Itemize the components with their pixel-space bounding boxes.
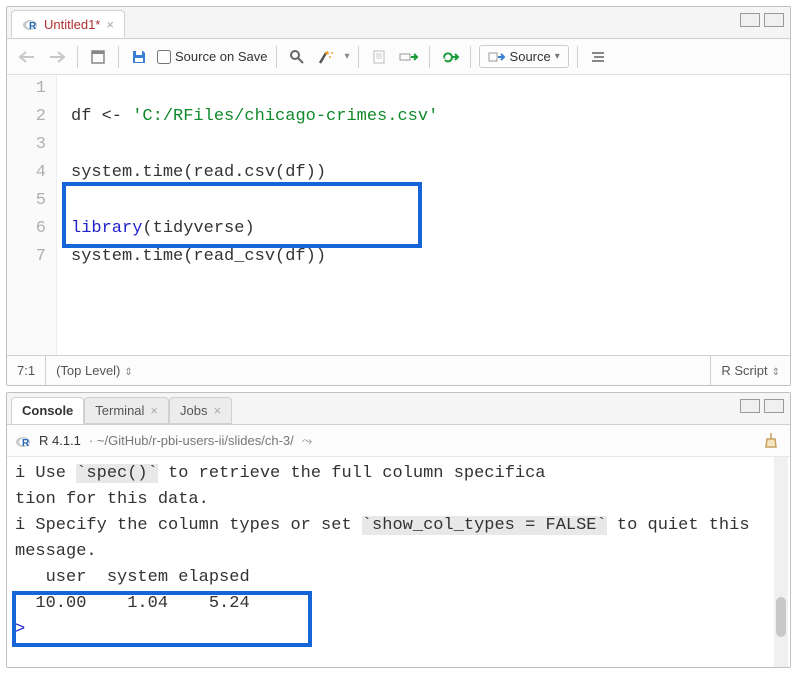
- source-on-save-input[interactable]: [157, 50, 171, 64]
- svg-text:R: R: [22, 438, 30, 449]
- line-number: 4: [7, 159, 46, 187]
- goto-dir-icon[interactable]: ⤳: [302, 433, 312, 449]
- console-code: `show_col_types = FALSE`: [362, 516, 607, 535]
- jobs-tab[interactable]: Jobs ×: [169, 397, 232, 424]
- code-text: system.time(read_csv(df)): [71, 247, 326, 266]
- line-number: 1: [7, 75, 46, 103]
- svg-text:R: R: [29, 21, 37, 32]
- r-logo-icon: R: [15, 433, 31, 449]
- source-on-save-label: Source on Save: [175, 49, 268, 64]
- pane-window-controls: [740, 13, 784, 27]
- scope-selector[interactable]: (Top Level): [46, 356, 711, 385]
- line-gutter: 1 2 3 4 5 6 7: [7, 75, 57, 355]
- rerun-button[interactable]: [438, 45, 462, 69]
- code-editor[interactable]: 1 2 3 4 5 6 7 df <- 'C:/RFiles/chicago-c…: [7, 75, 790, 355]
- outline-button[interactable]: [586, 45, 610, 69]
- scroll-thumb[interactable]: [776, 597, 786, 637]
- report-button[interactable]: [367, 45, 391, 69]
- forward-button[interactable]: [45, 45, 69, 69]
- code-keyword: library: [71, 219, 142, 238]
- cursor-position: 7:1: [7, 356, 46, 385]
- editor-tabbar: R Untitled1* ×: [7, 7, 790, 39]
- scope-label: (Top Level): [56, 363, 133, 378]
- code-text: system.time(read.csv(df)): [71, 163, 326, 182]
- line-number: 7: [7, 243, 46, 271]
- console-header: R R 4.1.1 · ~/GitHub/r-pbi-users-ii/slid…: [7, 425, 790, 457]
- minimize-pane-button[interactable]: [740, 399, 760, 413]
- save-button[interactable]: [127, 45, 151, 69]
- find-button[interactable]: [285, 45, 309, 69]
- maximize-pane-button[interactable]: [764, 13, 784, 27]
- source-on-save-checkbox[interactable]: Source on Save: [157, 49, 268, 64]
- source-dropdown-icon: ▾: [555, 51, 560, 62]
- annotation-highlight-editor: [62, 182, 422, 248]
- show-in-new-window-button[interactable]: [86, 45, 110, 69]
- editor-tab-label: Untitled1*: [44, 17, 100, 32]
- console-code: `spec()`: [76, 464, 158, 483]
- source-button[interactable]: Source ▾: [479, 45, 569, 68]
- code-text: (tidyverse): [142, 219, 254, 238]
- terminal-tab[interactable]: Terminal ×: [84, 397, 169, 424]
- code-string: 'C:/RFiles/chicago-crimes.csv': [132, 107, 438, 126]
- close-tab-icon[interactable]: ×: [150, 403, 158, 418]
- line-number: 3: [7, 131, 46, 159]
- back-button[interactable]: [15, 45, 39, 69]
- console-pane: Console Terminal × Jobs × R R 4.1.1 · ~/…: [6, 392, 791, 668]
- console-text: to retrieve the full column specifica: [158, 464, 546, 483]
- console-tab-label: Console: [22, 403, 73, 418]
- working-directory: · ~/GitHub/r-pbi-users-ii/slides/ch-3/: [89, 433, 294, 448]
- line-number: 6: [7, 215, 46, 243]
- code-body[interactable]: df <- 'C:/RFiles/chicago-crimes.csv' sys…: [57, 75, 790, 355]
- close-tab-icon[interactable]: ×: [106, 17, 114, 32]
- minimize-pane-button[interactable]: [740, 13, 760, 27]
- terminal-tab-label: Terminal: [95, 403, 144, 418]
- run-button[interactable]: [397, 45, 421, 69]
- timing-header: user system elapsed: [15, 568, 260, 587]
- console-text: i Specify the column types or set: [15, 516, 362, 535]
- source-editor-pane: R Untitled1* × Source on Save: [6, 6, 791, 386]
- line-number: 2: [7, 103, 46, 131]
- console-prompt: >: [15, 620, 25, 639]
- console-tabbar: Console Terminal × Jobs ×: [7, 393, 790, 425]
- code-text: df <-: [71, 107, 132, 126]
- source-button-label: Source: [510, 49, 551, 64]
- editor-toolbar: Source on Save ▾ Source ▾: [7, 39, 790, 75]
- r-version: R 4.1.1: [39, 433, 81, 448]
- console-text: tion for this data.: [15, 490, 209, 509]
- r-file-icon: R: [22, 16, 38, 32]
- console-tab[interactable]: Console: [11, 397, 84, 424]
- console-scrollbar[interactable]: [774, 457, 788, 667]
- console-output[interactable]: i Use `spec()` to retrieve the full colu…: [7, 457, 790, 667]
- clear-console-button[interactable]: [762, 431, 782, 451]
- code-tools-dropdown-icon[interactable]: ▾: [345, 51, 350, 62]
- maximize-pane-button[interactable]: [764, 399, 784, 413]
- line-number: 5: [7, 187, 46, 215]
- pane-window-controls: [740, 399, 784, 413]
- jobs-tab-label: Jobs: [180, 403, 207, 418]
- editor-statusbar: 7:1 (Top Level) R Script: [7, 355, 790, 385]
- console-text: i Use: [15, 464, 76, 483]
- editor-tab-untitled1[interactable]: R Untitled1* ×: [11, 10, 125, 38]
- close-tab-icon[interactable]: ×: [213, 403, 221, 418]
- language-selector[interactable]: R Script: [711, 363, 790, 378]
- timing-values: 10.00 1.04 5.24: [15, 594, 260, 613]
- code-tools-button[interactable]: [315, 45, 339, 69]
